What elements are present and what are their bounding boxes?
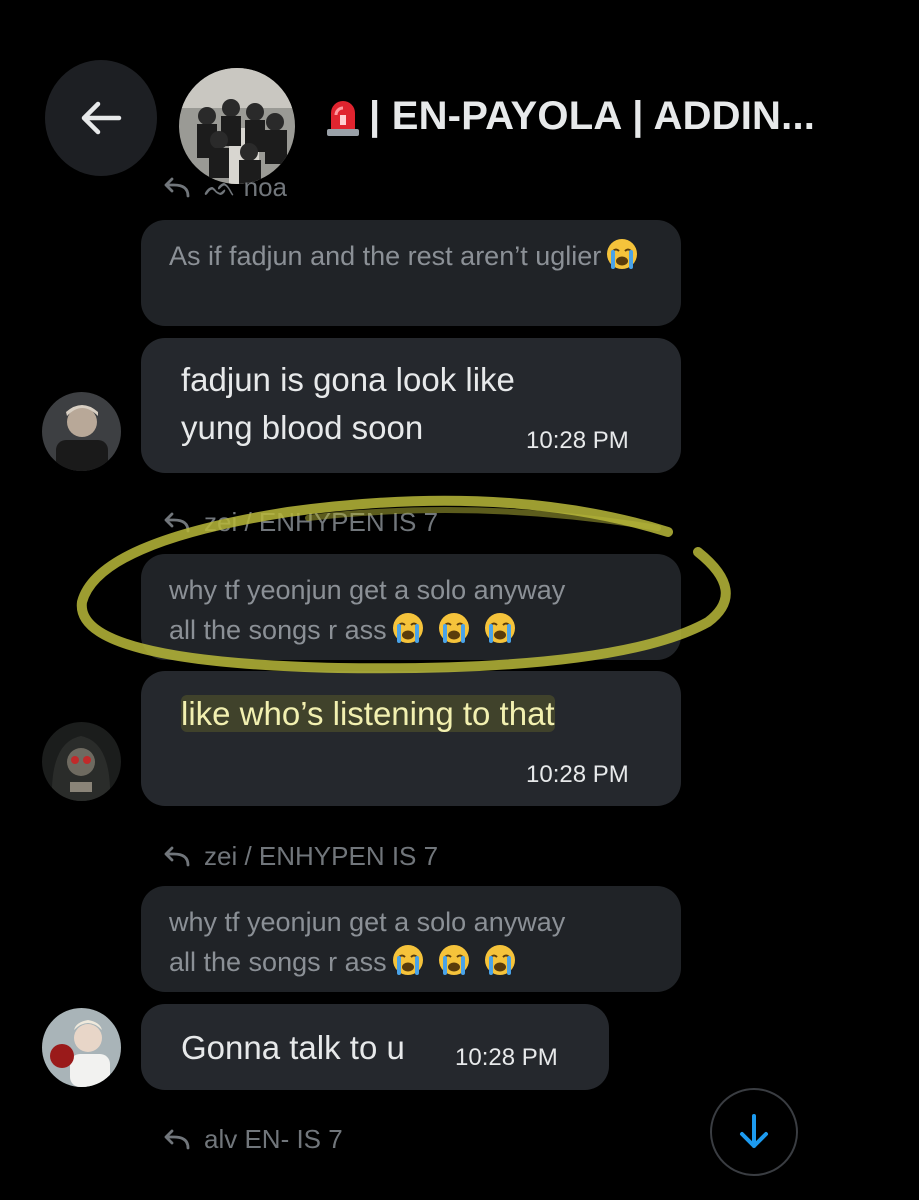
group-avatar[interactable] <box>179 68 295 184</box>
message-time: 10:28 PM <box>526 761 629 788</box>
sender-avatar[interactable] <box>42 722 121 801</box>
quoted-text: As if fadjun and the rest aren’t uglier <box>169 241 602 271</box>
reply-arrow-icon <box>164 177 190 198</box>
sender-avatar[interactable] <box>42 1008 121 1087</box>
loudly-crying-face-icon <box>438 613 469 643</box>
sender-avatar[interactable] <box>42 392 121 471</box>
message-text: like who’s listening to that <box>181 690 555 738</box>
message-time: 10:28 PM <box>455 1044 558 1071</box>
message-bubble[interactable]: like who’s listening to that 10:28 PM <box>141 671 681 806</box>
arrow-left-icon <box>81 101 122 135</box>
quoted-text: all the songs r ass <box>169 947 387 977</box>
reply-label[interactable]: zei / ENHYPEN IS 7 <box>162 841 438 872</box>
quoted-text-line2: all the songs r ass <box>169 942 653 982</box>
message-time: 10:28 PM <box>526 427 629 454</box>
scroll-to-bottom-button[interactable] <box>710 1088 798 1176</box>
quoted-text-line2: all the songs r ass <box>169 610 653 650</box>
quoted-message[interactable]: why tf yeonjun get a solo anyway all the… <box>141 886 681 992</box>
reply-to-name: zei / ENHYPEN IS 7 <box>204 507 439 537</box>
message-line: Gonna talk to u <box>181 1029 405 1066</box>
reply-label[interactable]: ᨒ noa <box>162 172 287 204</box>
reply-label[interactable]: zei / ENHYPEN IS 7 <box>162 507 438 538</box>
loudly-crying-face-icon <box>484 945 515 975</box>
reply-arrow-icon <box>164 512 190 532</box>
quoted-message[interactable]: As if fadjun and the rest aren’t uglier <box>141 220 681 326</box>
loudly-crying-face-icon <box>392 613 423 643</box>
chat-header: | EN-PAYOLA | ADDIN... <box>0 0 919 190</box>
reply-to-name: alv EN- IS 7 <box>204 1124 343 1154</box>
reply-arrow-icon <box>164 1129 190 1149</box>
loudly-crying-face-icon <box>484 613 515 643</box>
reply-to-name: ᨒ noa <box>204 172 287 202</box>
message-bubble[interactable]: Gonna talk to u 10:28 PM <box>141 1004 609 1090</box>
reply-label[interactable]: alv EN- IS 7 <box>162 1124 343 1155</box>
message-line: yung blood soon <box>181 409 424 446</box>
loudly-crying-face-icon <box>392 945 423 975</box>
siren-emoji-icon <box>327 100 359 136</box>
quoted-text: why tf yeonjun get a solo anyway <box>169 907 566 937</box>
chat-title[interactable]: | EN-PAYOLA | ADDIN... <box>325 94 815 139</box>
message-line: like who’s listening to that <box>181 695 555 732</box>
quoted-text: all the songs r ass <box>169 615 387 645</box>
message-text: fadjun is gona look like yung blood soon <box>181 356 515 452</box>
arrow-down-icon <box>740 1114 768 1148</box>
quoted-text: why tf yeonjun get a solo anyway <box>169 575 566 605</box>
back-button[interactable] <box>45 60 157 176</box>
reply-to-name: zei / ENHYPEN IS 7 <box>204 841 439 871</box>
message-text: Gonna talk to u <box>181 1024 405 1072</box>
chat-title-text: | EN-PAYOLA | ADDIN... <box>369 94 816 138</box>
quoted-message[interactable]: why tf yeonjun get a solo anyway all the… <box>141 554 681 660</box>
loudly-crying-face-icon <box>438 945 469 975</box>
message-line: fadjun is gona look like <box>181 361 515 398</box>
reply-arrow-icon <box>164 846 190 866</box>
loudly-crying-face-icon <box>607 239 638 269</box>
message-bubble[interactable]: fadjun is gona look like yung blood soon… <box>141 338 681 473</box>
